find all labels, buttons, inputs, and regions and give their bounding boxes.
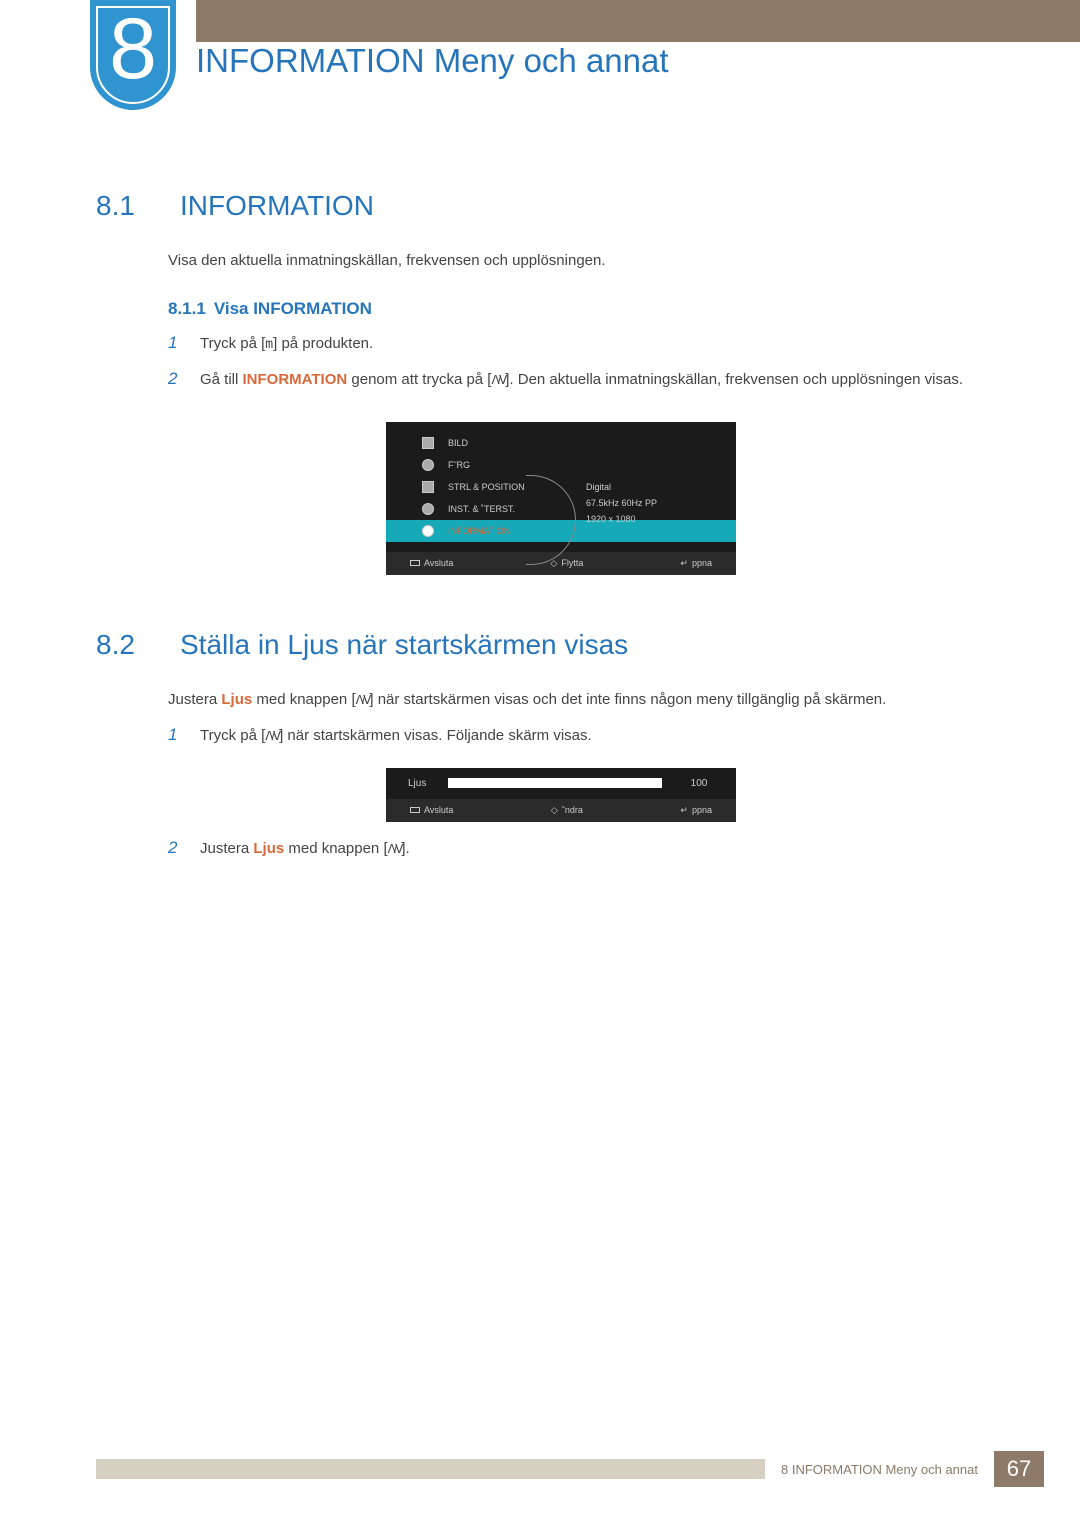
picture-icon [422,437,434,449]
up-down-icon: ᐱ/ᐯ [491,371,505,389]
keyword-information: INFORMATION [243,371,348,388]
osd-footer: Avsluta ◇Flytta ↵ppna [386,552,736,575]
subsection-8-1-1: 8.1.1 Visa INFORMATION [96,299,984,319]
footer-open: ↵ppna [680,558,712,569]
text: Tryck på [ [200,727,265,744]
footer-change: ◇˜ndra [551,805,583,816]
page-number: 67 [994,1451,1044,1487]
up-down-icon: ᐱ/ᐯ [388,840,402,858]
chapter-tab: 8 [90,0,176,110]
step-text: Gå till INFORMATION genom att trycka på … [200,369,984,392]
menu-item: INST. & ˚TERST. [448,504,515,514]
section-title: INFORMATION [180,190,374,222]
color-icon [422,459,434,471]
section-8-1: 8.1 INFORMATION [96,190,984,222]
step-number: 1 [168,725,186,748]
step-number: 2 [168,838,186,861]
step-2: 2 Justera Ljus med knappen [ᐱ/ᐯ]. [96,838,984,861]
text: med knappen [ [284,840,387,857]
footer-bar [96,1459,765,1479]
text: genom att trycka på [ [347,371,491,388]
step-1: 1 Tryck på [m] på produkten. [96,333,984,356]
footer-exit: Avsluta [410,558,453,569]
chapter-title: INFORMATION Meny och annat [196,42,669,80]
section-intro: Justera Ljus med knappen [ᐱ/ᐯ] när start… [168,689,984,712]
menu-item: STRL & POSITION [448,482,525,492]
header-bar [196,0,1080,42]
settings-icon [422,503,434,515]
text: Justera [200,840,253,857]
text: ] när startskärmen visas. Följande skärm… [279,727,592,744]
step-number: 1 [168,333,186,356]
page-footer: 8 INFORMATION Meny och annat 67 [96,1447,1044,1491]
osd-info-panel: Digital 67.5kHz 60Hz PP 1920 x 1080 [586,479,657,528]
footer-exit: Avsluta [410,805,453,816]
subsection-number: 8.1.1 [168,299,206,319]
size-icon [422,481,434,493]
step-text: Tryck på [ᐱ/ᐯ] när startskärmen visas. F… [200,725,984,748]
keyword-ljus: Ljus [221,691,252,708]
text: ]. [401,840,409,857]
text: Gå till [200,371,243,388]
osd-brightness-screenshot: Ljus 100 Avsluta ◇˜ndra ↵ppna [386,768,736,822]
info-source: Digital [586,479,657,495]
text: ] när startskärmen visas och det inte fi… [369,691,886,708]
subsection-title: Visa INFORMATION [214,299,372,319]
brightness-value: 100 [684,778,714,789]
brightness-bar [448,778,662,788]
chapter-number: 8 [90,6,176,92]
footer-text: 8 INFORMATION Meny och annat [781,1462,978,1477]
footer-move: ◇Flytta [550,558,583,569]
step-number: 2 [168,369,186,392]
text: ] på produkten. [273,335,373,352]
text: ]. Den aktuella inmatningskällan, frekve… [505,371,963,388]
step-1: 1 Tryck på [ᐱ/ᐯ] när startskärmen visas.… [96,725,984,748]
up-down-icon: ᐱ/ᐯ [265,727,279,745]
section-intro: Visa den aktuella inmatningskällan, frek… [168,250,984,273]
step-text: Tryck på [m] på produkten. [200,333,984,356]
text: Tryck på [ [200,335,265,352]
info-freq: 67.5kHz 60Hz PP [586,495,657,511]
osd-footer: Avsluta ◇˜ndra ↵ppna [386,799,736,822]
step-text: Justera Ljus med knappen [ᐱ/ᐯ]. [200,838,984,861]
up-down-icon: ᐱ/ᐯ [356,691,370,709]
section-8-2: 8.2 Ställa in Ljus när startskärmen visa… [96,629,984,661]
menu-item: F˜RG [448,460,470,470]
keyword-ljus: Ljus [253,840,284,857]
info-icon [422,525,434,537]
text: Justera [168,691,221,708]
section-title: Ställa in Ljus när startskärmen visas [180,629,628,661]
section-number: 8.2 [96,629,150,661]
menu-item: BILD [448,438,468,448]
menu-item-selected: INFORMATION [448,526,510,536]
brightness-label: Ljus [408,778,426,789]
section-number: 8.1 [96,190,150,222]
key-m: m [265,337,273,352]
text: med knappen [ [252,691,355,708]
footer-open: ↵ppna [680,805,712,816]
step-2: 2 Gå till INFORMATION genom att trycka p… [96,369,984,392]
info-res: 1920 x 1080 [586,511,657,527]
